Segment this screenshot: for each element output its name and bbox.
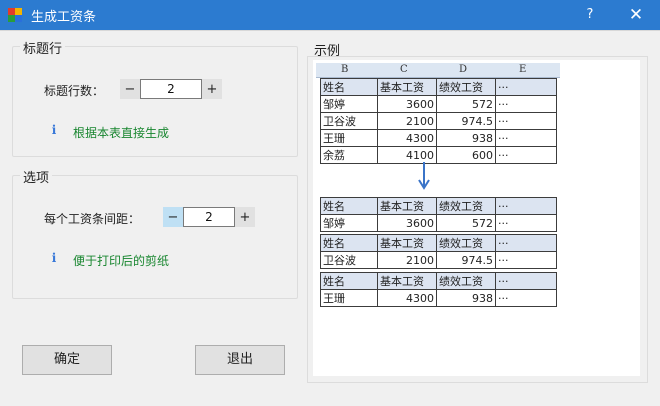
table-header-row: 姓名 基本工资 绩效工资 ··· <box>320 234 557 252</box>
info-icon: i <box>51 251 57 265</box>
help-button[interactable]: ? <box>578 5 602 25</box>
exit-button[interactable]: 退出 <box>195 345 285 375</box>
example-preview: B C D E 姓名 基本工资 绩效工资 ··· 邹婷 3600 572 ···… <box>313 60 640 376</box>
table-cell: 600 <box>436 146 496 164</box>
table-cell: 572 <box>436 214 496 232</box>
table-row: 邹婷 3600 572 ··· <box>320 214 557 232</box>
header-cell: ··· <box>495 197 557 215</box>
table-row: 王珊 4300 938 ··· <box>320 289 557 307</box>
table-cell: 邹婷 <box>320 95 378 113</box>
table-cell: ··· <box>495 95 557 113</box>
options-hint: 便于打印后的剪纸 <box>73 254 170 268</box>
header-row-count-input[interactable]: 2 <box>140 79 202 99</box>
table-cell: ··· <box>495 129 557 147</box>
header-rows-group: 标题行 标题行数： − 2 + i 根据本表直接生成 <box>12 38 298 157</box>
table-cell: 572 <box>436 95 496 113</box>
header-cell: 姓名 <box>320 234 378 252</box>
slip-spacing-label: 每个工资条间距： <box>44 212 141 226</box>
dialog-body: 标题行 标题行数： − 2 + i 根据本表直接生成 选项 每个工资条间距： −… <box>0 30 660 406</box>
table-cell: 938 <box>436 129 496 147</box>
table-row: 卫谷波 2100 974.5 ··· <box>320 112 557 130</box>
header-cell: 绩效工资 <box>436 78 496 96</box>
header-row-count-increment-button[interactable]: + <box>202 79 222 99</box>
header-rows-group-title: 标题行 <box>20 38 66 57</box>
options-group: 选项 每个工资条间距： − 2 + i 便于打印后的剪纸 <box>12 167 298 299</box>
column-letter: E <box>519 64 527 75</box>
app-icon <box>8 8 22 22</box>
table-cell: 3600 <box>377 214 437 232</box>
slip-spacing-input[interactable]: 2 <box>183 207 235 227</box>
header-cell: 姓名 <box>320 78 378 96</box>
slip-spacing-increment-button[interactable]: + <box>235 207 255 227</box>
header-cell: 基本工资 <box>377 197 437 215</box>
table-cell: 王珊 <box>320 129 378 147</box>
table-cell: 4300 <box>377 289 437 307</box>
column-letter: B <box>341 64 349 75</box>
table-row: 王珊 4300 938 ··· <box>320 129 557 147</box>
slip-spacing-decrement-button[interactable]: − <box>163 207 183 227</box>
table-cell: 974.5 <box>436 112 496 130</box>
title-bar: 生成工资条 ? ✕ <box>0 0 660 30</box>
table-cell: 卫谷波 <box>320 112 378 130</box>
column-letter: C <box>400 64 408 75</box>
table-header-row: 姓名 基本工资 绩效工资 ··· <box>320 272 557 290</box>
table-cell: 王珊 <box>320 289 378 307</box>
header-cell: 姓名 <box>320 272 378 290</box>
window-title: 生成工资条 <box>31 10 97 25</box>
table-cell: 卫谷波 <box>320 251 378 269</box>
table-row: 邹婷 3600 572 ··· <box>320 95 557 113</box>
table-row: 余荔 4100 600 ··· <box>320 146 557 164</box>
close-button[interactable]: ✕ <box>622 4 650 26</box>
table-cell: ··· <box>495 146 557 164</box>
info-icon: i <box>51 123 57 137</box>
header-cell: 绩效工资 <box>436 234 496 252</box>
salary-slip: 姓名 基本工资 绩效工资 ··· 邹婷 3600 572 ··· <box>320 197 557 232</box>
table-cell: 938 <box>436 289 496 307</box>
ok-button[interactable]: 确定 <box>22 345 112 375</box>
table-row: 卫谷波 2100 974.5 ··· <box>320 251 557 269</box>
column-letter: D <box>459 64 468 75</box>
table-cell: ··· <box>495 251 557 269</box>
table-cell: ··· <box>495 214 557 232</box>
header-cell: 姓名 <box>320 197 378 215</box>
table-cell: 余荔 <box>320 146 378 164</box>
table-cell: 4300 <box>377 129 437 147</box>
header-row-count-label: 标题行数： <box>44 84 105 98</box>
header-cell: ··· <box>495 78 557 96</box>
options-group-title: 选项 <box>20 167 53 186</box>
header-cell: 绩效工资 <box>436 197 496 215</box>
table-cell: ··· <box>495 289 557 307</box>
header-cell: 基本工资 <box>377 78 437 96</box>
header-cell: 基本工资 <box>377 234 437 252</box>
salary-slip: 姓名 基本工资 绩效工资 ··· 卫谷波 2100 974.5 ··· <box>320 234 557 269</box>
table-cell: 974.5 <box>436 251 496 269</box>
salary-slip: 姓名 基本工资 绩效工资 ··· 王珊 4300 938 ··· <box>320 272 557 307</box>
table-cell: ··· <box>495 112 557 130</box>
table-header-row: 姓名 基本工资 绩效工资 ··· <box>320 78 557 96</box>
table-cell: 2100 <box>377 251 437 269</box>
source-table: 姓名 基本工资 绩效工资 ··· 邹婷 3600 572 ··· 卫谷波 210… <box>320 78 557 164</box>
header-cell: ··· <box>495 234 557 252</box>
table-header-row: 姓名 基本工资 绩效工资 ··· <box>320 197 557 215</box>
header-rows-hint: 根据本表直接生成 <box>73 126 170 140</box>
header-cell: 绩效工资 <box>436 272 496 290</box>
arrow-down-icon <box>418 162 430 190</box>
spreadsheet-column-header: B C D E <box>316 63 560 78</box>
table-cell: 3600 <box>377 95 437 113</box>
header-cell: ··· <box>495 272 557 290</box>
table-cell: 邹婷 <box>320 214 378 232</box>
header-row-count-decrement-button[interactable]: − <box>120 79 140 99</box>
example-panel: B C D E 姓名 基本工资 绩效工资 ··· 邹婷 3600 572 ···… <box>307 56 648 383</box>
header-cell: 基本工资 <box>377 272 437 290</box>
table-cell: 2100 <box>377 112 437 130</box>
